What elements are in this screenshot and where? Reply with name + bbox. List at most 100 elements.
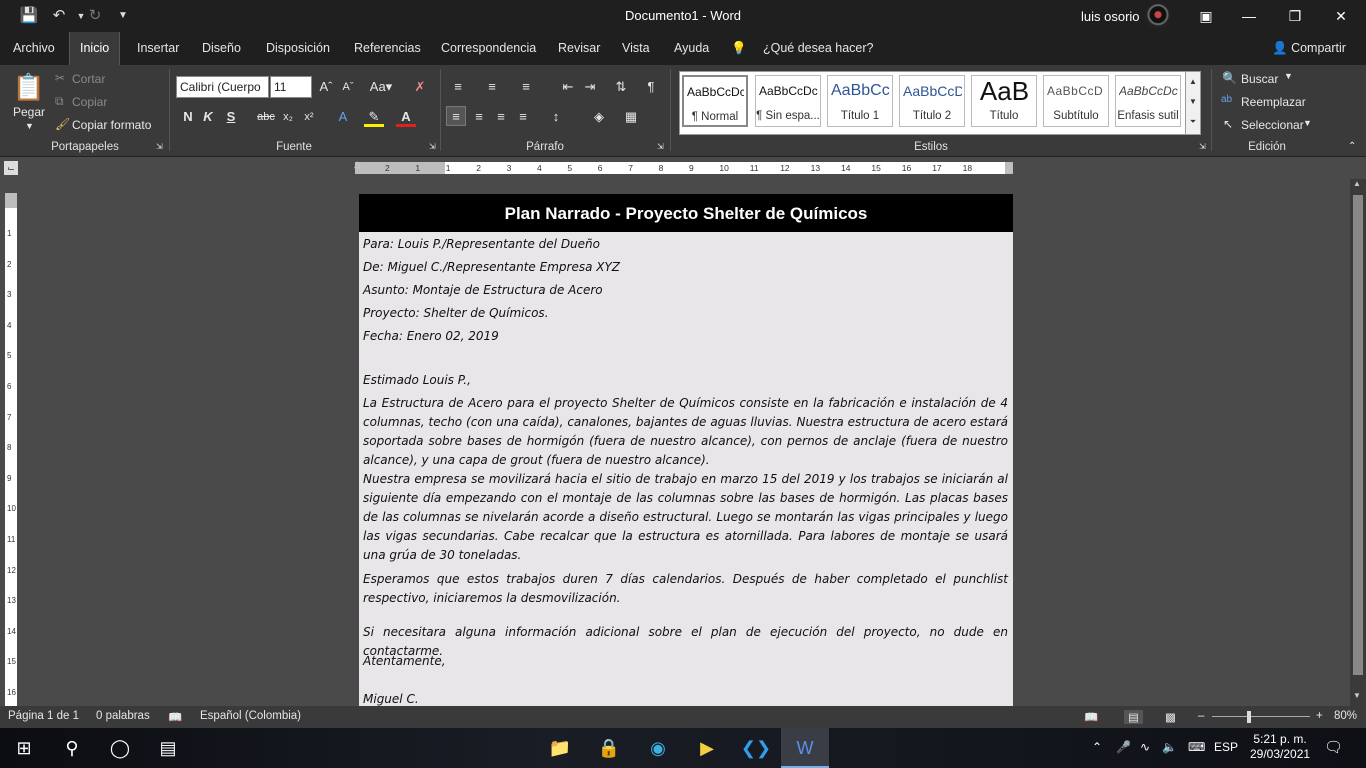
sort-icon[interactable]: ⇅ (611, 77, 631, 97)
bold-button[interactable]: N (178, 107, 198, 127)
clipboard-launcher-icon[interactable]: ⇲ (156, 142, 163, 151)
cut-button[interactable]: Cortar (72, 72, 105, 86)
document-page[interactable]: Plan Narrado - Proyecto Shelter de Quími… (359, 194, 1013, 706)
align-left-icon[interactable]: ≡ (446, 106, 466, 126)
maximize-button[interactable]: ❐ (1272, 0, 1318, 32)
horizontal-ruler[interactable]: 2 1 1 2 3 4 5 6 7 8 9 10 11 12 13 14 15 16 17 18 (355, 162, 1013, 174)
language-status[interactable]: Español (Colombia) (200, 710, 301, 722)
format-painter-button[interactable]: Copiar formato (72, 118, 151, 132)
borders-icon[interactable]: ▦ (621, 107, 641, 127)
word-taskbar-icon[interactable]: W (781, 728, 829, 768)
tab-inicio[interactable]: Inicio (69, 32, 121, 65)
language-indicator[interactable]: ESP (1214, 740, 1238, 754)
strikethrough-button[interactable]: abc (255, 107, 277, 127)
find-button[interactable]: Buscar (1241, 72, 1278, 86)
superscript-icon[interactable]: x² (299, 107, 319, 127)
notifications-icon[interactable]: 🗨 (1324, 738, 1343, 756)
share-button[interactable]: 👤 Compartir (1262, 32, 1356, 65)
volume-icon[interactable]: 🔈 (1162, 740, 1177, 754)
paste-dropdown-icon[interactable]: ▼ (25, 121, 34, 131)
style-normal[interactable]: AaBbCcDc ¶ Normal (682, 75, 748, 127)
show-marks-icon[interactable]: ¶ (641, 77, 661, 97)
font-launcher-icon[interactable]: ⇲ (429, 142, 436, 151)
scroll-thumb[interactable] (1353, 195, 1363, 675)
collapse-ribbon-icon[interactable]: ⌃ (1348, 141, 1356, 152)
vscode-icon[interactable]: ❮❯ (732, 728, 780, 768)
tab-correspondencia[interactable]: Correspondencia (431, 32, 546, 65)
text-effects-icon[interactable]: A (333, 107, 353, 127)
styles-launcher-icon[interactable]: ⇲ (1199, 142, 1206, 151)
security-app-icon[interactable]: 🔒 (585, 728, 633, 768)
page-count[interactable]: Página 1 de 1 (8, 710, 79, 722)
decrease-indent-icon[interactable]: ⇤ (558, 77, 578, 97)
media-app-icon[interactable]: ▶ (683, 728, 731, 768)
justify-icon[interactable]: ≡ (513, 107, 533, 127)
copy-button[interactable]: Copiar (72, 95, 107, 109)
tray-expand-icon[interactable]: ⌃ (1092, 740, 1102, 754)
underline-button[interactable]: S (221, 107, 241, 127)
line-spacing-icon[interactable]: ↕ (546, 107, 566, 127)
shading-icon[interactable]: ◈ (589, 107, 609, 127)
style-heading-1[interactable]: AaBbCc Título 1 (827, 75, 893, 127)
change-case-icon[interactable]: Aa▾ (366, 77, 396, 97)
web-layout-icon[interactable]: ▩ (1165, 710, 1176, 724)
font-color-icon[interactable]: A (396, 107, 416, 127)
cortana-icon[interactable]: ◯ (96, 728, 144, 768)
shrink-font-icon[interactable]: Aˇ (338, 77, 358, 97)
font-size-select[interactable]: 11 (270, 76, 312, 98)
vertical-scrollbar[interactable]: ▲ ▼ (1350, 179, 1366, 706)
zoom-out-icon[interactable]: – (1198, 710, 1204, 722)
align-center-icon[interactable]: ≡ (469, 107, 489, 127)
tab-selector[interactable]: ⌙ (4, 161, 18, 175)
edge-icon[interactable]: ◉ (634, 728, 682, 768)
subscript-icon[interactable]: x₂ (278, 107, 298, 127)
multilevel-list-icon[interactable]: ≡ (516, 77, 536, 97)
tab-disposicion[interactable]: Disposición (256, 32, 340, 65)
zoom-slider-thumb[interactable] (1247, 711, 1251, 723)
tab-diseno[interactable]: Diseño (192, 32, 251, 65)
search-icon[interactable]: ⚲ (48, 728, 96, 768)
clear-formatting-icon[interactable]: ✗ (410, 77, 430, 97)
clock[interactable]: 5:21 p. m. 29/03/2021 (1250, 732, 1310, 762)
grow-font-icon[interactable]: Aˆ (316, 77, 336, 97)
input-keyboard-icon[interactable]: ⌨ (1188, 740, 1205, 754)
align-right-icon[interactable]: ≡ (491, 107, 511, 127)
file-explorer-icon[interactable]: 📁 (536, 728, 584, 768)
tab-referencias[interactable]: Referencias (344, 32, 431, 65)
find-dropdown-icon[interactable]: ▼ (1284, 71, 1293, 81)
right-indent-marker-icon[interactable]: △ (1006, 163, 1013, 174)
paste-button[interactable]: Pegar (13, 105, 45, 119)
proofing-icon[interactable]: 📖 (168, 710, 182, 724)
task-view-icon[interactable]: ▤ (144, 728, 192, 768)
zoom-slider[interactable] (1212, 716, 1310, 717)
user-name[interactable]: luis osorio (1081, 9, 1140, 24)
font-family-select[interactable]: Calibri (Cuerpo (176, 76, 269, 98)
print-layout-icon[interactable]: ▤ (1124, 710, 1143, 724)
style-subtle-emphasis[interactable]: AaBbCcDc Énfasis sutil (1115, 75, 1181, 127)
select-dropdown-icon[interactable]: ▼ (1303, 118, 1312, 128)
tab-vista[interactable]: Vista (612, 32, 660, 65)
increase-indent-icon[interactable]: ⇥ (580, 77, 600, 97)
numbering-icon[interactable]: ≡ (482, 77, 502, 97)
style-subtitle[interactable]: AaBbCcD Subtítulo (1043, 75, 1109, 127)
avatar[interactable] (1145, 3, 1171, 29)
indent-marker-icon[interactable]: △ (354, 159, 361, 170)
style-heading-2[interactable]: AaBbCcD Título 2 (899, 75, 965, 127)
microphone-icon[interactable]: 🎤 (1116, 740, 1131, 754)
paste-icon[interactable]: 📋 (12, 71, 46, 103)
read-mode-icon[interactable]: 📖 (1084, 710, 1098, 724)
zoom-level[interactable]: 80% (1334, 710, 1357, 722)
italic-button[interactable]: K (198, 107, 218, 127)
style-title[interactable]: AaB Título (971, 75, 1037, 127)
replace-button[interactable]: Reemplazar (1241, 95, 1306, 109)
word-count[interactable]: 0 palabras (96, 710, 150, 722)
zoom-in-icon[interactable]: + (1316, 710, 1323, 722)
minimize-button[interactable]: — (1226, 0, 1272, 32)
lightbulb-icon[interactable]: 💡 (727, 32, 751, 65)
vertical-ruler[interactable]: 1 2 3 4 5 6 7 8 9 10 11 12 13 14 15 16 (5, 193, 17, 706)
highlight-icon[interactable]: ✎ (364, 107, 384, 127)
paragraph-launcher-icon[interactable]: ⇲ (657, 142, 664, 151)
styles-scroll[interactable]: ▲ ▼ ⏷ (1185, 71, 1201, 135)
tab-revisar[interactable]: Revisar (548, 32, 610, 65)
bullets-icon[interactable]: ≡ (448, 77, 468, 97)
